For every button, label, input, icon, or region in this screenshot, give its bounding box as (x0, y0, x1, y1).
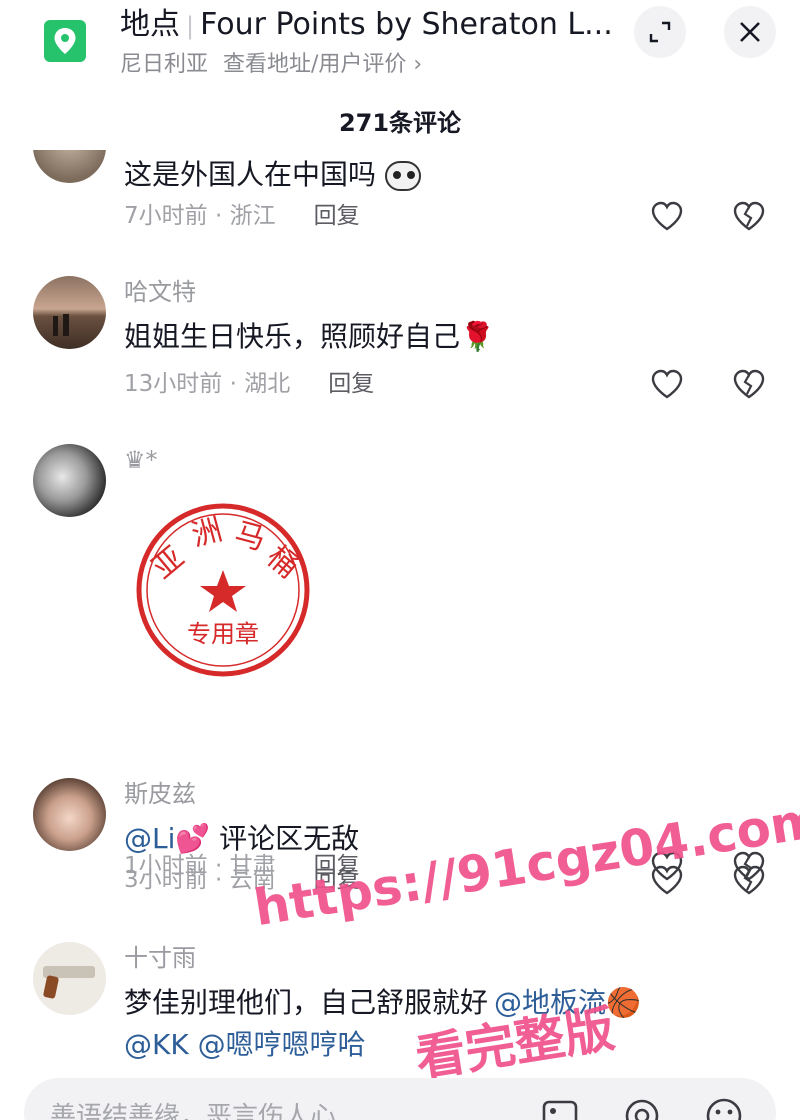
mention-link[interactable]: @Li (124, 822, 175, 855)
comment-input-placeholder[interactable]: 善语结善缘，恶言伤人心 (50, 1096, 336, 1120)
title-prefix: 地点 (120, 7, 180, 42)
avatar[interactable] (33, 444, 106, 517)
comment-item: 哈文特 姐姐生日快乐，照顾好自己🌹 13小时前 · 湖北 回复 (0, 276, 800, 426)
mention-link[interactable]: @KK @嗯哼嗯哼哈 (124, 1026, 366, 1062)
comment-text-body: 梦佳别理他们，自己舒服就好 (124, 986, 489, 1019)
svg-text:专用章: 专用章 (187, 620, 259, 648)
avatar[interactable] (33, 942, 106, 1015)
at-icon[interactable] (622, 1096, 662, 1120)
svg-text:洲: 洲 (188, 512, 226, 554)
comment-count: 271条评论 (338, 109, 462, 137)
comment-text: 这是外国人在中国吗 (124, 156, 421, 194)
comment-username[interactable]: ♛* (124, 444, 158, 476)
reply-button[interactable]: 回复 (314, 203, 360, 229)
comment-meta: 7小时前 · 浙江 回复 (124, 200, 360, 232)
address-review-link[interactable]: 查看地址/用户评价 › (223, 52, 422, 77)
reply-button[interactable]: 回复 (328, 371, 374, 397)
rose-emoji-icon: 🌹 (460, 320, 495, 353)
panda-emoji-icon (384, 161, 421, 191)
comment-username[interactable]: 斯皮兹 (124, 778, 196, 810)
close-button[interactable] (724, 6, 776, 58)
emoji-icon[interactable] (704, 1096, 744, 1120)
comment-text: 姐姐生日快乐，照顾好自己🌹 (124, 318, 495, 356)
comment-item: 这是外国人在中国吗 7小时前 · 浙江 回复 (0, 150, 800, 240)
comment-meta: 13小时前 · 湖北 回复 (124, 368, 374, 400)
like-heart-icon[interactable] (650, 368, 684, 400)
dislike-broken-heart-icon[interactable] (732, 864, 766, 896)
place-subtitle[interactable]: 尼日利亚 查看地址/用户评价 › (120, 50, 422, 80)
comment-input-bar[interactable]: 善语结善缘，恶言伤人心 (24, 1078, 776, 1120)
expand-button[interactable] (634, 6, 686, 58)
comment-time: 7小时前 · 浙江 (124, 203, 276, 229)
comment-text-body: 评论区无敌 (210, 822, 360, 855)
dislike-broken-heart-icon[interactable] (732, 200, 766, 232)
location-pin-icon[interactable] (44, 20, 86, 62)
svg-text:马: 马 (231, 516, 269, 558)
expand-icon (649, 21, 671, 43)
comment-list[interactable]: 这是外国人在中国吗 7小时前 · 浙江回复 哈文特 姐姐生日快乐，照顾好自己🌹 (0, 150, 800, 1062)
comment-item: ♛* 亚 洲 马 桶 专用章 1小时前 · 甘肃 回复 (0, 444, 800, 881)
comment-username[interactable]: 哈文特 (124, 276, 196, 308)
comment-time: 13小时前 · 湖北 (124, 371, 291, 397)
comment-text-body: 这是外国人在中国吗 (124, 158, 377, 191)
avatar[interactable] (33, 150, 106, 183)
place-country: 尼日利亚 (120, 52, 209, 77)
comment-item: 十寸雨 梦佳别理他们，自己舒服就好 @地板流🏀 @KK @嗯哼嗯哼哈 (0, 942, 800, 1062)
avatar[interactable] (33, 778, 106, 851)
title-separator: | (186, 12, 195, 40)
comment-username[interactable]: 十寸雨 (124, 942, 196, 974)
close-icon (740, 22, 760, 42)
image-icon[interactable] (540, 1096, 580, 1120)
dislike-broken-heart-icon[interactable] (732, 368, 766, 400)
comment-text: @Li💕 评论区无敌 (124, 820, 359, 858)
comment-text-body: 姐姐生日快乐，照顾好自己 (124, 320, 461, 353)
location-header: 地点 | Four Points by Sheraton L... 尼日利亚 查看地… (0, 0, 800, 100)
place-name: Four Points by Sheraton L... (200, 7, 610, 42)
avatar[interactable] (33, 276, 106, 349)
place-title[interactable]: 地点 | Four Points by Sheraton L... (120, 6, 610, 45)
like-heart-icon[interactable] (650, 200, 684, 232)
seal-stamp-image[interactable]: 亚 洲 马 桶 专用章 (133, 500, 323, 690)
hearts-emoji-icon: 💕 (175, 822, 211, 855)
